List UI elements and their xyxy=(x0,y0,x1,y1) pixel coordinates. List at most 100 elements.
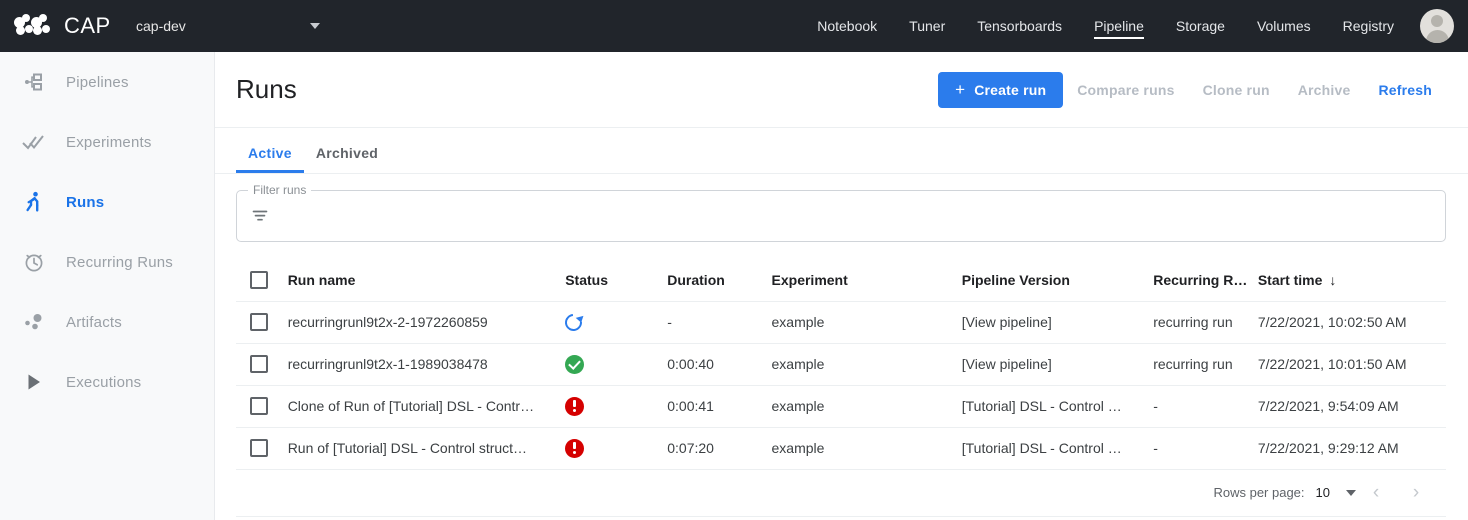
recurring-run-text: - xyxy=(1153,440,1158,456)
cell-experiment[interactable]: example xyxy=(771,427,962,470)
runs-table-body: recurringrunl9t2x-2-1972260859 - example… xyxy=(236,301,1446,470)
nav-item-volumes[interactable]: Volumes xyxy=(1257,0,1311,52)
sidebar-item-recurring-runs[interactable]: Recurring Runs xyxy=(0,232,214,292)
namespace-selector[interactable]: cap-dev xyxy=(136,9,326,43)
running-icon xyxy=(561,310,586,334)
header-actions: + Create run Compare runs Clone run Arch… xyxy=(938,71,1446,108)
sidebar-item-executions[interactable]: Executions xyxy=(0,352,214,412)
brand-text: CAP xyxy=(64,13,111,38)
cell-experiment[interactable]: example xyxy=(771,385,962,428)
runs-table-head: Run name Status Duration Experiment Pipe… xyxy=(236,259,1446,302)
cell-start-time: 7/22/2021, 9:54:09 AM xyxy=(1257,385,1446,428)
filter-runs-field[interactable]: Filter runs xyxy=(236,183,1446,242)
cell-duration: - xyxy=(667,301,772,344)
cell-duration: 0:00:40 xyxy=(667,343,772,386)
cell-recurring-run[interactable]: - xyxy=(1153,385,1258,428)
cell-run-name[interactable]: recurringrunl9t2x-2-1972260859 xyxy=(287,301,566,344)
cell-start-time: 7/22/2021, 10:02:50 AM xyxy=(1257,301,1446,344)
row-select-cell xyxy=(236,343,288,386)
clock-icon xyxy=(18,248,50,276)
cell-experiment[interactable]: example xyxy=(771,301,962,344)
pipeline-version-text: [Tutorial] DSL - Control … xyxy=(961,440,1122,456)
error-icon xyxy=(565,396,585,416)
experiment-text: example xyxy=(771,314,825,330)
executions-icon xyxy=(18,368,50,396)
sidebar-item-runs[interactable]: Runs xyxy=(0,172,214,232)
pagination-bar: Rows per page: 10 ‹ › xyxy=(236,470,1446,517)
table-row[interactable]: recurringrunl9t2x-1-1989038478 0:00:40 e… xyxy=(236,343,1446,386)
nav-item-volumes-label: Volumes xyxy=(1256,18,1311,34)
rows-per-page-select[interactable]: 10 xyxy=(1316,485,1356,500)
header-run-name[interactable]: Run name xyxy=(287,259,566,302)
row-checkbox[interactable] xyxy=(250,313,268,331)
header-pipeline-version[interactable]: Pipeline Version xyxy=(961,259,1154,302)
cell-status xyxy=(565,385,668,428)
refresh-button[interactable]: Refresh xyxy=(1364,82,1446,98)
header-start-time[interactable]: Start time ↓ xyxy=(1257,259,1446,302)
pipeline-version-text: [View pipeline] xyxy=(961,314,1052,330)
cell-recurring-run[interactable]: recurring run xyxy=(1153,343,1258,386)
nav-item-notebook[interactable]: Notebook xyxy=(817,0,877,52)
row-checkbox[interactable] xyxy=(250,397,268,415)
header-status[interactable]: Status xyxy=(565,259,668,302)
header-recurring-run[interactable]: Recurring R… xyxy=(1153,259,1258,302)
filter-runs-legend: Filter runs xyxy=(248,183,312,197)
brand[interactable]: CAP xyxy=(0,13,118,39)
filter-icon xyxy=(251,207,269,225)
sidebar-item-experiments-label: Experiments xyxy=(66,133,152,151)
sidebar-item-pipelines[interactable]: Pipelines xyxy=(0,52,214,112)
run-name-text: recurringrunl9t2x-1-1989038478 xyxy=(287,356,488,372)
nav-item-storage[interactable]: Storage xyxy=(1176,0,1225,52)
nav-item-pipeline[interactable]: Pipeline xyxy=(1094,0,1144,52)
row-checkbox[interactable] xyxy=(250,439,268,457)
table-row[interactable]: recurringrunl9t2x-2-1972260859 - example… xyxy=(236,301,1446,344)
nav-item-notebook-label: Notebook xyxy=(817,18,878,34)
archive-button[interactable]: Archive xyxy=(1284,82,1365,98)
recurring-run-text: - xyxy=(1153,398,1158,414)
namespace-label: cap-dev xyxy=(136,18,186,34)
table-row[interactable]: Run of [Tutorial] DSL - Control struct… … xyxy=(236,427,1446,470)
cell-pipeline-version[interactable]: [Tutorial] DSL - Control … xyxy=(961,427,1154,470)
nav-item-tensorboards[interactable]: Tensorboards xyxy=(977,0,1062,52)
header-duration[interactable]: Duration xyxy=(667,259,772,302)
sidebar-item-experiments[interactable]: Experiments xyxy=(0,112,214,172)
next-page-button[interactable]: › xyxy=(1396,473,1436,513)
filter-runs-input[interactable] xyxy=(279,208,1431,224)
header-experiment[interactable]: Experiment xyxy=(771,259,962,302)
cell-start-time: 7/22/2021, 9:29:12 AM xyxy=(1257,427,1446,470)
cell-pipeline-version[interactable]: [Tutorial] DSL - Control … xyxy=(961,385,1154,428)
cell-pipeline-version[interactable]: [View pipeline] xyxy=(961,301,1154,344)
clone-run-button[interactable]: Clone run xyxy=(1189,82,1284,98)
pipelines-icon xyxy=(18,68,50,96)
previous-page-button[interactable]: ‹ xyxy=(1356,473,1396,513)
runs-table-section: Filter runs Run name Status Duration Exp… xyxy=(215,174,1468,517)
cell-duration: 0:00:41 xyxy=(667,385,772,428)
tab-archived[interactable]: Archived xyxy=(304,145,390,173)
cell-recurring-run[interactable]: recurring run xyxy=(1153,301,1258,344)
sidebar-item-artifacts-label: Artifacts xyxy=(66,313,122,331)
page-header: Runs + Create run Compare runs Clone run… xyxy=(215,52,1468,128)
main-content: Runs + Create run Compare runs Clone run… xyxy=(215,52,1468,520)
select-all-checkbox[interactable] xyxy=(250,270,268,289)
sidebar-item-artifacts[interactable]: Artifacts xyxy=(0,292,214,352)
compare-runs-button[interactable]: Compare runs xyxy=(1063,82,1188,98)
cell-experiment[interactable]: example xyxy=(771,343,962,386)
nav-item-tuner[interactable]: Tuner xyxy=(909,0,945,52)
rows-per-page-label: Rows per page: xyxy=(1213,485,1305,500)
cell-run-name[interactable]: Clone of Run of [Tutorial] DSL - Contr… xyxy=(287,385,566,428)
nav-item-tensorboards-label: Tensorboards xyxy=(977,18,1063,34)
cell-recurring-run[interactable]: - xyxy=(1153,427,1258,470)
nav-item-registry[interactable]: Registry xyxy=(1343,0,1394,52)
nav-item-registry-label: Registry xyxy=(1342,18,1394,34)
create-run-button[interactable]: + Create run xyxy=(938,71,1064,108)
table-row[interactable]: Clone of Run of [Tutorial] DSL - Contr… … xyxy=(236,385,1446,428)
tab-active[interactable]: Active xyxy=(236,145,304,173)
run-name-text: Clone of Run of [Tutorial] DSL - Contr… xyxy=(287,398,535,414)
sidebar-item-recurring-runs-label: Recurring Runs xyxy=(66,253,174,271)
pipeline-version-text: [View pipeline] xyxy=(961,356,1052,372)
cell-pipeline-version[interactable]: [View pipeline] xyxy=(961,343,1154,386)
cell-run-name[interactable]: Run of [Tutorial] DSL - Control struct… xyxy=(287,427,566,470)
row-checkbox[interactable] xyxy=(250,355,268,373)
user-avatar-icon[interactable] xyxy=(1420,9,1454,43)
cell-run-name[interactable]: recurringrunl9t2x-1-1989038478 xyxy=(287,343,566,386)
